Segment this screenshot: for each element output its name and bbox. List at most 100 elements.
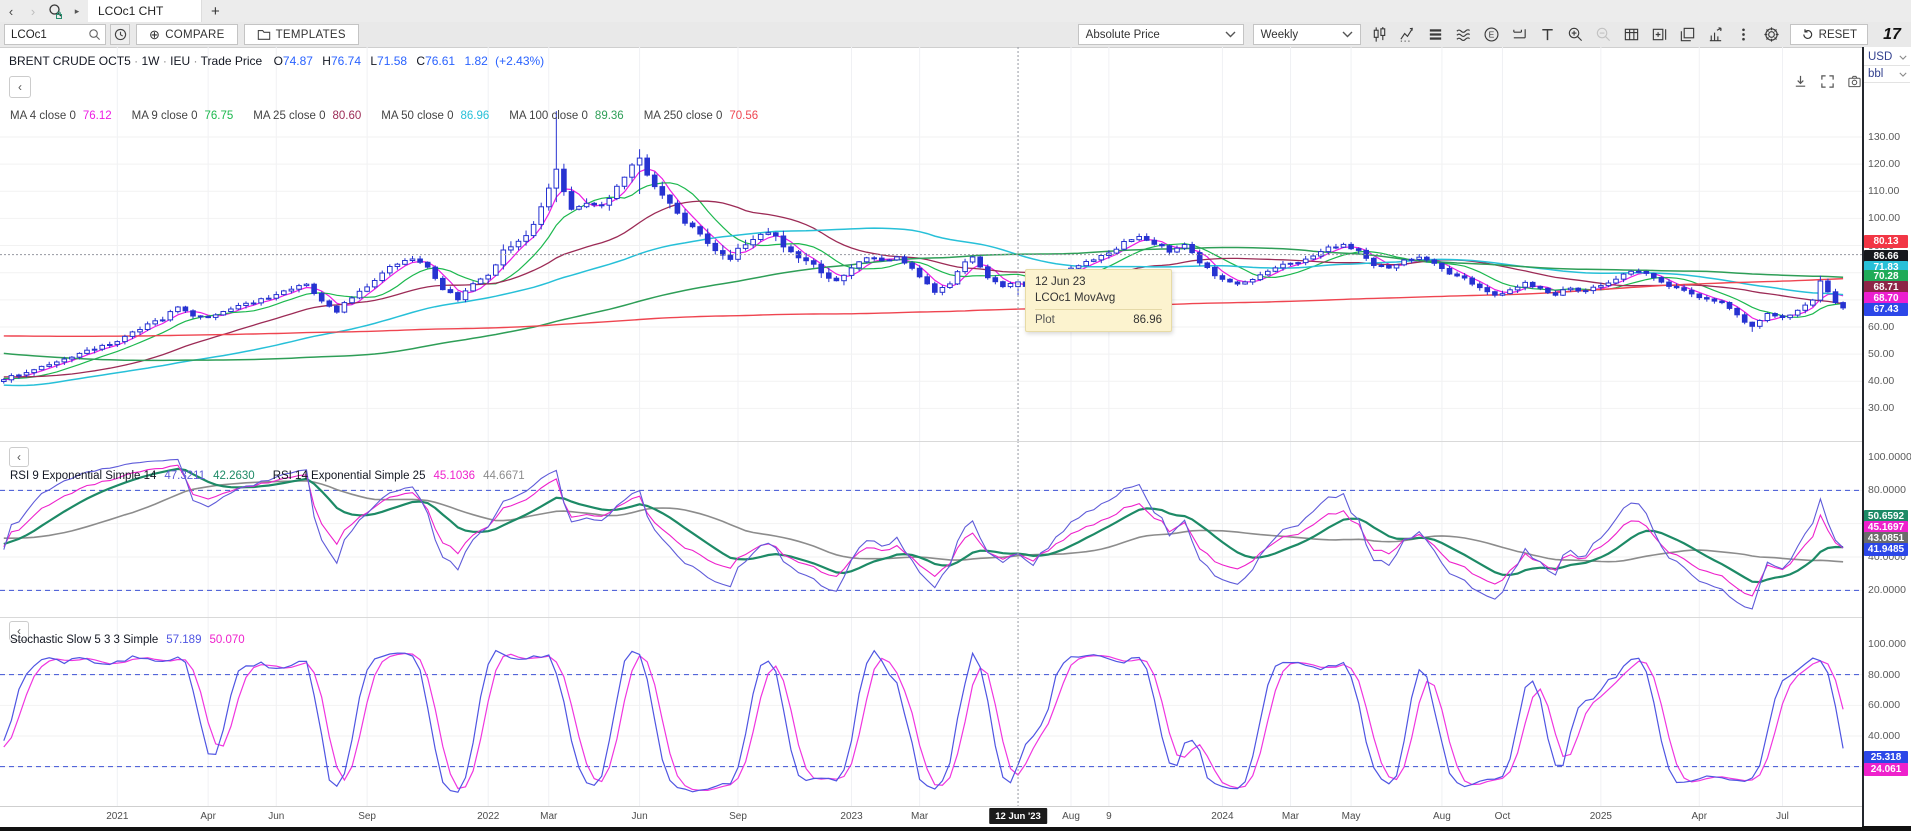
- time-axis-label: Sep: [358, 811, 376, 822]
- price-tick: 100.000: [1868, 638, 1906, 650]
- chevron-down-icon: [1899, 55, 1907, 60]
- legend-high: 76.74: [331, 54, 361, 68]
- unit-select[interactable]: bbl: [1864, 66, 1910, 83]
- instrument-name: BRENT CRUDE OCT5: [9, 54, 131, 68]
- ma-legend-item[interactable]: MA 250 close 070.56: [644, 110, 758, 122]
- chart-application: ‹ › ▸ LCOc1 CHT + LCOc1 ⊕ COMPARE TEMPLA…: [0, 0, 1911, 831]
- time-axis-label: Apr: [1691, 811, 1707, 822]
- time-axis-label: Jun: [268, 811, 284, 822]
- collapse-main-legend-button[interactable]: ‹: [9, 76, 31, 98]
- ma-legend-item[interactable]: MA 4 close 0 76.12: [10, 110, 112, 122]
- series-line: [4, 481, 1843, 562]
- series-line: [4, 228, 1843, 385]
- time-axis-label: 9: [1106, 811, 1112, 822]
- legend-open: 74.87: [283, 54, 313, 68]
- time-axis-label: Mar: [911, 811, 928, 822]
- price-tick: 20.0000: [1868, 584, 1906, 596]
- ma-label: MA 4 close 0: [10, 110, 76, 122]
- time-axis-label: Aug: [1433, 811, 1451, 822]
- candles-layer: [2, 111, 1846, 383]
- price-axis[interactable]: USD bbl 130.00120.00110.00100.0090.0080.…: [1864, 47, 1911, 826]
- pane-divider[interactable]: [0, 441, 1862, 442]
- time-axis-label: Jun: [632, 811, 648, 822]
- chevron-down-icon: [1899, 72, 1907, 77]
- axis-price-tag: 67.43: [1864, 303, 1908, 316]
- ma-value: 80.60: [332, 110, 361, 122]
- legend-change-pct: (+2.43%): [495, 54, 544, 68]
- time-axis-label: 2023: [840, 811, 862, 822]
- price-tick: 80.0000: [1868, 484, 1906, 496]
- ma-legend: MA 4 close 0 76.12 MA 9 close 076.75 MA 25 …: [10, 110, 758, 122]
- maximize-icon[interactable]: [1816, 70, 1838, 92]
- price-tick: 30.00: [1868, 402, 1894, 414]
- stochastic-pane[interactable]: [0, 617, 1862, 806]
- time-axis-label: 2024: [1211, 811, 1233, 822]
- legend-field: Trade Price: [201, 54, 263, 68]
- time-axis-label: 2021: [106, 811, 128, 822]
- series-line: [4, 183, 1843, 379]
- ma-legend-item[interactable]: MA 9 close 076.75: [132, 110, 234, 122]
- collapse-rsi-legend-button[interactable]: ‹: [9, 447, 29, 467]
- series-line: [4, 654, 1843, 791]
- ma-legend-item[interactable]: MA 100 close 089.36: [509, 110, 623, 122]
- screenshot-icon[interactable]: [1843, 70, 1865, 92]
- chart-quick-actions: [1789, 70, 1865, 92]
- price-tick: 40.000: [1868, 730, 1900, 742]
- ma-label: MA 25 close 0: [253, 110, 325, 122]
- price-tick: 120.00: [1868, 158, 1900, 170]
- time-axis-label: Oct: [1495, 811, 1511, 822]
- price-tick: 50.00: [1868, 348, 1894, 360]
- price-tick: 130.00: [1868, 131, 1900, 143]
- currency-select[interactable]: USD: [1864, 49, 1910, 66]
- tooltip-plot-label: Plot: [1035, 314, 1055, 326]
- rsi-legend[interactable]: RSI 9 Exponential Simple 14 47.3211 42.2…: [10, 470, 525, 482]
- axis-unit-box: USD bbl: [1864, 49, 1910, 83]
- instrument-legend[interactable]: BRENT CRUDE OCT5 · 1W · IEU · Trade Pric…: [9, 54, 544, 68]
- time-axis-label: Sep: [729, 811, 747, 822]
- stoch-d-value: 50.070: [209, 634, 244, 646]
- price-tick: 100.00: [1868, 212, 1900, 224]
- price-tick: 110.00: [1868, 185, 1899, 197]
- price-tick: 60.000: [1868, 699, 1900, 711]
- price-tick: 80.000: [1868, 669, 1900, 681]
- stoch-legend[interactable]: Stochastic Slow 5 3 3 Simple 57.189 50.0…: [10, 634, 245, 646]
- legend-low: 71.58: [377, 54, 407, 68]
- main-price-pane[interactable]: [0, 47, 1862, 441]
- price-tick: 40.00: [1868, 375, 1894, 387]
- pane-divider[interactable]: [0, 617, 1862, 618]
- rsi9-value: 47.3211: [164, 470, 205, 482]
- unit-value: bbl: [1868, 68, 1883, 80]
- time-axis-label: May: [1342, 811, 1361, 822]
- time-axis-label: Mar: [540, 811, 557, 822]
- time-axis-label: Apr: [200, 811, 216, 822]
- ma-legend-item[interactable]: MA 50 close 086.96: [381, 110, 489, 122]
- rsi14-value: 45.1036: [433, 470, 475, 482]
- crosshair-date-tag: 12 Jun '23: [989, 808, 1047, 824]
- ma-value: 76.75: [204, 110, 233, 122]
- series-line: [4, 651, 1843, 793]
- time-axis-label: Mar: [1282, 811, 1299, 822]
- chart-root: [0, 0, 1911, 831]
- time-axis-label: Aug: [1062, 811, 1080, 822]
- currency-value: USD: [1868, 51, 1892, 63]
- ma-label: MA 50 close 0: [381, 110, 453, 122]
- download-icon[interactable]: [1789, 70, 1811, 92]
- tooltip-plot-value: 86.96: [1133, 314, 1162, 326]
- ma-value: 76.12: [83, 110, 112, 122]
- ma-value: 70.56: [729, 110, 758, 122]
- stoch-title: Stochastic Slow 5 3 3 Simple: [10, 634, 158, 646]
- series-line: [4, 169, 1843, 380]
- price-tick: 60.00: [1868, 321, 1894, 333]
- axis-price-tag: 41.9485: [1864, 543, 1908, 556]
- time-axis-label: 2025: [1590, 811, 1612, 822]
- time-axis-label: Jul: [1776, 811, 1789, 822]
- stoch-k-value: 57.189: [166, 634, 201, 646]
- ma-legend-item[interactable]: MA 25 close 0 80.60: [253, 110, 361, 122]
- axis-price-tag: 80.13: [1864, 235, 1908, 248]
- tooltip-series: LCOc1 MovAvg: [1035, 292, 1162, 310]
- time-axis[interactable]: 2021AprJunSep2022MarJunSep2023MarAug9202…: [0, 806, 1862, 827]
- rsi-pane[interactable]: [0, 441, 1862, 617]
- legend-interval: 1W: [141, 54, 159, 68]
- rsi9-title: RSI 9 Exponential Simple 14: [10, 470, 156, 482]
- tooltip-date: 12 Jun 23: [1035, 276, 1162, 288]
